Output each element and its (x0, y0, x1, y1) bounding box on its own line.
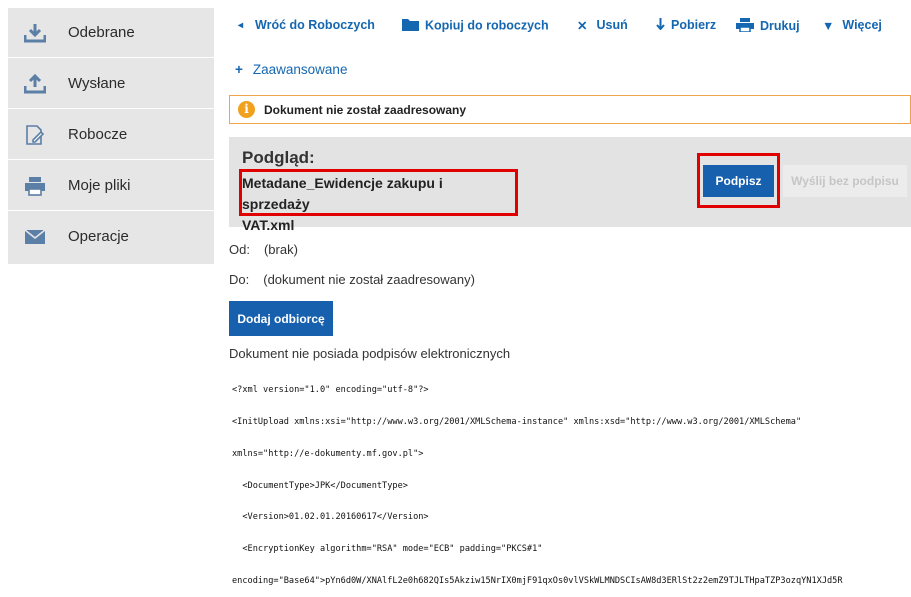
alert-text: Dokument nie został zaadresowany (264, 103, 467, 117)
xml-line: <EncryptionKey algorithm="RSA" mode="ECB… (232, 544, 543, 555)
add-recipient-button[interactable]: Dodaj odbiorcę (229, 301, 333, 336)
highlight-file-name (239, 169, 518, 216)
plus-icon: + (235, 62, 243, 77)
close-icon: ✕ (577, 19, 588, 34)
printer-icon (24, 176, 46, 196)
more-button[interactable]: ▼ Więcej (822, 18, 882, 33)
upload-icon (23, 73, 47, 94)
no-signatures-text: Dokument nie posiada podpisów elektronic… (229, 346, 511, 361)
alert-not-addressed: i Dokument nie został zaadresowany (229, 95, 911, 124)
preview-title: Podgląd: (242, 148, 315, 167)
copy-to-drafts-button[interactable]: Kopiuj do roboczych (402, 18, 549, 34)
to-label: Do: (229, 272, 250, 287)
download-icon (23, 23, 47, 43)
from-label: Od: (229, 242, 250, 257)
folder-icon (402, 18, 419, 34)
chevron-left-icon: ◂ (238, 20, 244, 32)
sidebar: Odebrane Wysłane Robocze Moje pliki Oper… (8, 8, 214, 264)
xml-line: encoding="Base64">pYn6d0W/XNAlfL2e0h682Q… (232, 575, 843, 586)
sidebar-item-moje-pliki[interactable]: Moje pliki (8, 161, 214, 211)
caret-down-icon: ▼ (822, 18, 835, 33)
delete-button[interactable]: ✕ Usuń (577, 18, 628, 33)
xml-line: <DocumentType>JPK</DocumentType> (232, 480, 408, 491)
to-value: (dokument nie został zaadresowany) (263, 272, 475, 287)
sidebar-item-label: Moje pliki (68, 177, 131, 194)
draft-icon (24, 125, 46, 145)
sidebar-item-label: Wysłane (68, 75, 126, 92)
xml-line: <?xml version="1.0" encoding="utf-8"?> (232, 385, 429, 396)
info-icon: i (238, 101, 255, 118)
from-value: (brak) (263, 242, 298, 257)
sidebar-item-label: Odebrane (68, 24, 135, 41)
sidebar-item-odebrane[interactable]: Odebrane (8, 8, 214, 58)
sidebar-item-operacje[interactable]: Operacje (8, 212, 214, 261)
print-button[interactable]: Drukuj (736, 18, 800, 35)
download-button[interactable]: Pobierz (656, 18, 716, 33)
sidebar-item-label: Operacje (68, 228, 129, 245)
sidebar-item-label: Robocze (68, 126, 128, 143)
sign-button[interactable]: Podpisz (703, 165, 774, 197)
send-unsigned-button: Wyślij bez podpisu (783, 165, 907, 197)
to-row: Do: (dokument nie został zaadresowany) (229, 272, 475, 287)
sidebar-item-robocze[interactable]: Robocze (8, 110, 214, 160)
arrow-down-icon (656, 18, 665, 33)
back-button[interactable]: ◂ Wróć do Roboczych (238, 18, 375, 32)
mail-icon (24, 227, 46, 247)
sidebar-item-wyslane[interactable]: Wysłane (8, 59, 214, 109)
xml-line: xmlns="http://e-dokumenty.mf.gov.pl"> (232, 448, 424, 459)
xml-preview: <?xml version="1.0" encoding="utf-8"?> <… (232, 364, 911, 597)
xml-line: <Version>01.02.01.20160617</Version> (232, 512, 429, 523)
from-row: Od: (brak) (229, 242, 298, 257)
advanced-toggle[interactable]: + Zaawansowane (235, 62, 347, 77)
xml-line: <InitUpload xmlns:xsi="http://www.w3.org… (232, 416, 802, 427)
printer-icon (736, 18, 754, 35)
